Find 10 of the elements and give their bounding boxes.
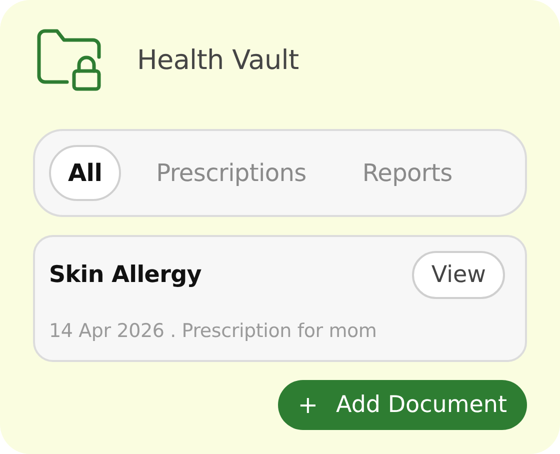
- document-title: Skin Allergy: [49, 262, 202, 288]
- folder-lock-icon: [37, 29, 101, 91]
- plus-icon: +: [298, 391, 318, 419]
- filter-tab[interactable]: Prescriptions: [137, 144, 326, 201]
- filter-tab[interactable]: Reports: [343, 144, 472, 201]
- add-document-button[interactable]: + Add Document: [278, 380, 527, 430]
- document-meta: 14 Apr 2026 . Prescription for mom: [49, 320, 378, 344]
- filter-tab[interactable]: All: [49, 144, 122, 201]
- view-button[interactable]: View: [412, 250, 505, 299]
- vault-title: Health Vault: [137, 44, 299, 76]
